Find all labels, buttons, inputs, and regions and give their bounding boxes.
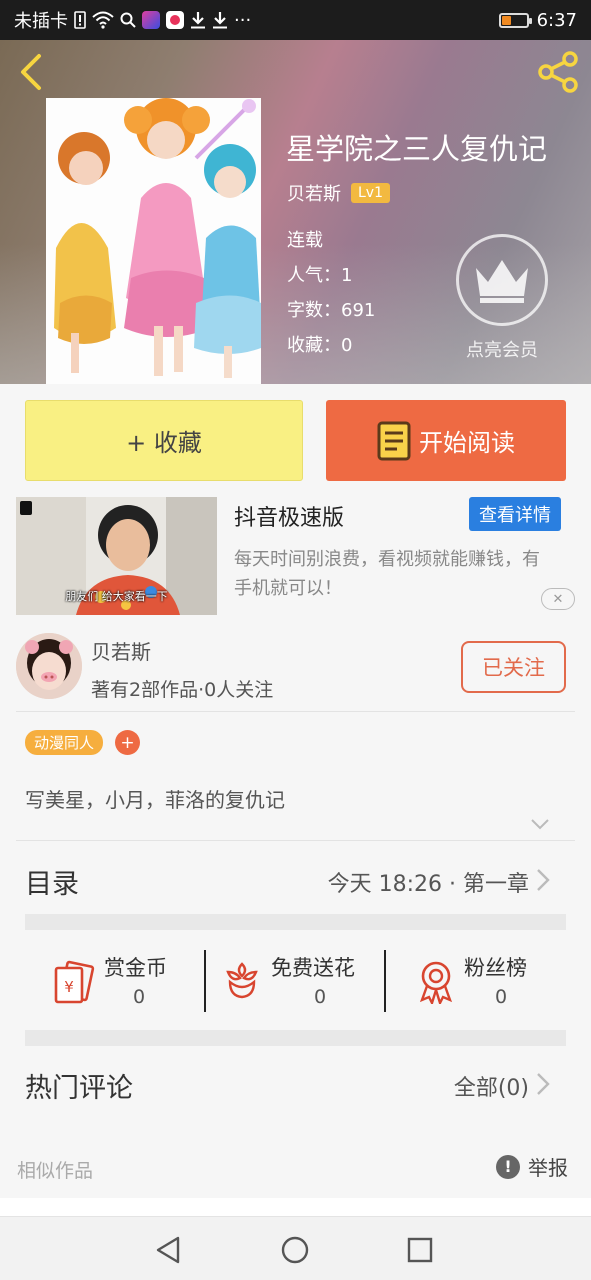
cover-illustration	[46, 98, 261, 384]
download-icon	[191, 12, 205, 29]
toc-latest-chapter: 今天 18:26 · 第一章	[327, 872, 529, 897]
report-label: 举报	[528, 1156, 568, 1180]
status-bar: 未插卡 ··· 6:37	[0, 0, 591, 40]
ad-title: 抖音极速版	[234, 506, 345, 531]
stat-label: 粉丝榜	[464, 956, 527, 980]
sim-alert-icon	[74, 11, 86, 29]
book-icon	[377, 421, 411, 460]
stat-label: 免费送花	[271, 956, 355, 980]
stat-divider	[204, 950, 206, 1012]
author-name[interactable]: 贝若斯	[287, 180, 341, 206]
stat-divider	[384, 950, 386, 1012]
alert-icon: !	[496, 1154, 520, 1179]
carrier-label: 未插卡	[14, 11, 68, 32]
share-icon[interactable]	[537, 50, 581, 94]
stat-reward-coins[interactable]: ¥ 赏金币 0	[52, 950, 192, 1012]
author-card-name[interactable]: 贝若斯	[91, 636, 151, 665]
red-envelope-icon: ¥	[54, 960, 95, 1004]
battery-icon	[498, 12, 532, 28]
ad-thumb-caption: 朋友们 给大家看一下	[65, 590, 168, 603]
book-header: 星学院之三人复仇记 贝若斯 Lv1 连载 人气：1 字数：691 收藏：0 点亮…	[0, 40, 591, 384]
all-comments-link[interactable]: 全部(0)	[454, 1070, 529, 1102]
book-cover[interactable]	[46, 98, 261, 384]
ad-details-button[interactable]: 查看详情	[469, 497, 561, 531]
system-nav-bar	[0, 1216, 591, 1280]
clock: 6:37	[536, 9, 577, 31]
report-button[interactable]: ! 举报	[496, 1152, 568, 1181]
crown-icon	[476, 260, 528, 303]
close-icon: ✕	[552, 591, 564, 607]
video-app-icon	[166, 11, 184, 29]
favorites-count: 收藏：0	[287, 335, 353, 356]
stat-label: 赏金币	[104, 956, 167, 980]
nav-recents-icon[interactable]	[403, 1233, 437, 1267]
stat-value: 0	[133, 986, 146, 1008]
start-reading-button[interactable]: 开始阅读	[326, 400, 566, 481]
app-m-icon	[142, 11, 160, 29]
divider	[16, 711, 575, 712]
add-tag-button[interactable]: +	[115, 730, 140, 755]
hot-comments-label: 热门评论	[25, 1073, 133, 1104]
nav-home-icon[interactable]	[278, 1233, 312, 1267]
synopsis: 写美星，小月，菲洛的复仇记	[25, 788, 285, 812]
flower-icon	[226, 962, 258, 999]
author-avatar[interactable]	[16, 633, 82, 699]
ad-close-button[interactable]: ✕	[541, 588, 575, 610]
wifi-icon	[92, 11, 114, 29]
svg-text:¥: ¥	[64, 978, 74, 996]
toc-label: 目录	[25, 869, 79, 900]
chevron-right-icon	[537, 869, 550, 891]
more-notifications: ···	[234, 9, 252, 31]
section-separator	[25, 914, 566, 930]
start-reading-label: 开始阅读	[419, 429, 515, 457]
similar-works-label: 相似作品	[17, 1160, 94, 1182]
tag-fan-fiction[interactable]: 动漫同人	[25, 730, 104, 755]
popularity-count: 人气：1	[287, 265, 353, 286]
chevron-down-icon[interactable]	[528, 812, 552, 836]
add-favorite-button[interactable]: + 收藏	[25, 400, 303, 481]
ad-description: 每天时间别浪费，看视频就能赚钱，有手机就可以！	[234, 549, 540, 599]
medal-icon	[419, 961, 453, 1004]
back-arrow-icon[interactable]	[14, 52, 50, 92]
vip-button[interactable]	[456, 234, 548, 326]
search-icon	[120, 12, 136, 28]
word-count: 字数：691	[287, 300, 376, 321]
stat-value: 0	[314, 986, 327, 1008]
ad-thumbnail[interactable]: 朋友们 给大家看一下	[16, 497, 217, 615]
book-title: 星学院之三人复仇记	[286, 132, 548, 166]
chevron-right-icon	[537, 1073, 550, 1095]
vip-label: 点亮会员	[466, 340, 538, 361]
stat-free-flowers[interactable]: 免费送花 0	[222, 950, 372, 1012]
nav-back-icon[interactable]	[152, 1233, 186, 1267]
section-separator	[25, 1030, 566, 1046]
stat-fan-ranking[interactable]: 粉丝榜 0	[416, 950, 556, 1012]
stat-value: 0	[495, 986, 508, 1008]
level-badge: Lv1	[351, 183, 390, 203]
serial-status: 连载	[287, 230, 323, 251]
download-icon-2	[213, 12, 227, 29]
author-row[interactable]: 贝若斯 Lv1	[287, 180, 390, 206]
divider	[16, 840, 575, 841]
follow-button[interactable]: 已关注	[461, 641, 566, 693]
author-card-stats: 著有2部作品·0人关注	[91, 679, 274, 701]
avatar-image	[16, 633, 82, 699]
